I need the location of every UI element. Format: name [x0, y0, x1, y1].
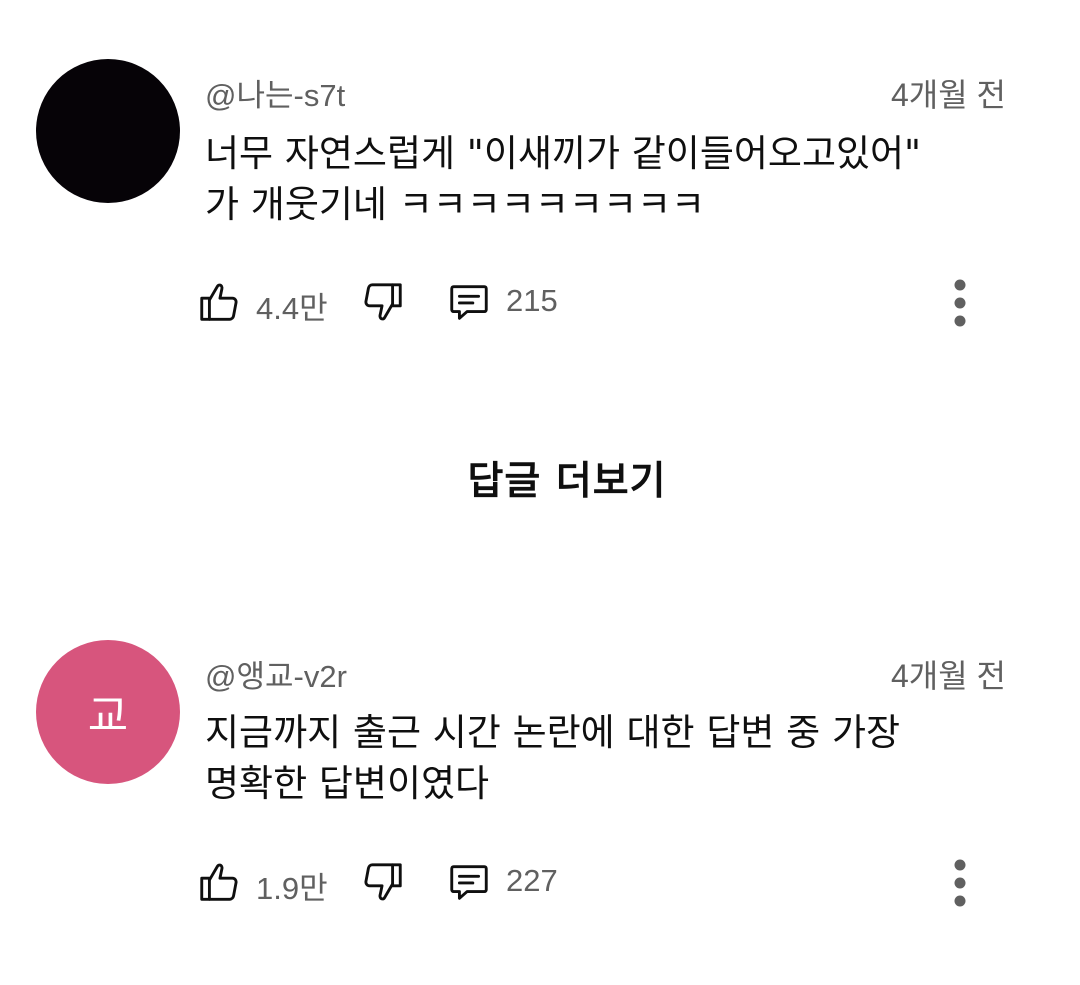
more-vert-icon[interactable]: [943, 855, 977, 911]
thumbs-down-icon[interactable]: [360, 859, 406, 905]
comment-text: 너무 자연스럽게 "이새끼가 같이들어오고있어" 가 개웃기네 ㅋㅋㅋㅋㅋㅋㅋㅋ…: [205, 128, 1025, 230]
comment-text-line: 지금까지 출근 시간 논란에 대한 답변 중 가장: [205, 711, 901, 754]
comment-actions: 1.9만 227: [0, 853, 1080, 913]
comment-text: 지금까지 출근 시간 논란에 대한 답변 중 가장 명확한 답변이였다: [205, 707, 1025, 809]
thumbs-down-icon[interactable]: [360, 279, 406, 325]
view-more-replies-button[interactable]: 답글 더보기: [0, 450, 1080, 506]
comment: 교 @앵교-v2r 4개월 전 지금까지 출근 시간 논란에 대한 답변 중 가…: [0, 600, 1080, 985]
reply-count[interactable]: 215: [506, 283, 558, 319]
comment: @나는-s7t 4개월 전 너무 자연스럽게 "이새끼가 같이들어오고있어" 가…: [0, 0, 1080, 360]
like-count: 1.9만: [256, 871, 328, 906]
comment-text-line: 가 개웃기네 ㅋㅋㅋㅋㅋㅋㅋㅋㅋ: [205, 183, 706, 226]
comment-actions: 4.4만 215: [0, 273, 1080, 333]
comment-timestamp: 4개월 전: [890, 77, 1006, 113]
comment-icon[interactable]: [446, 279, 492, 325]
like-count: 4.4만: [256, 291, 328, 326]
more-vert-icon[interactable]: [943, 275, 977, 331]
avatar[interactable]: [36, 59, 180, 203]
comment-icon[interactable]: [446, 859, 492, 905]
comment-text-line: 너무 자연스럽게 "이새끼가 같이들어오고있어": [205, 132, 922, 175]
comment-author[interactable]: @앵교-v2r: [205, 651, 347, 696]
avatar[interactable]: 교: [36, 640, 180, 784]
comment-author[interactable]: @나는-s7t: [205, 70, 345, 115]
comment-text-line: 명확한 답변이였다: [205, 762, 490, 805]
thumbs-up-icon[interactable]: [196, 279, 242, 325]
thumbs-up-icon[interactable]: [196, 859, 242, 905]
reply-count[interactable]: 227: [506, 863, 558, 899]
comment-timestamp: 4개월 전: [890, 658, 1006, 694]
